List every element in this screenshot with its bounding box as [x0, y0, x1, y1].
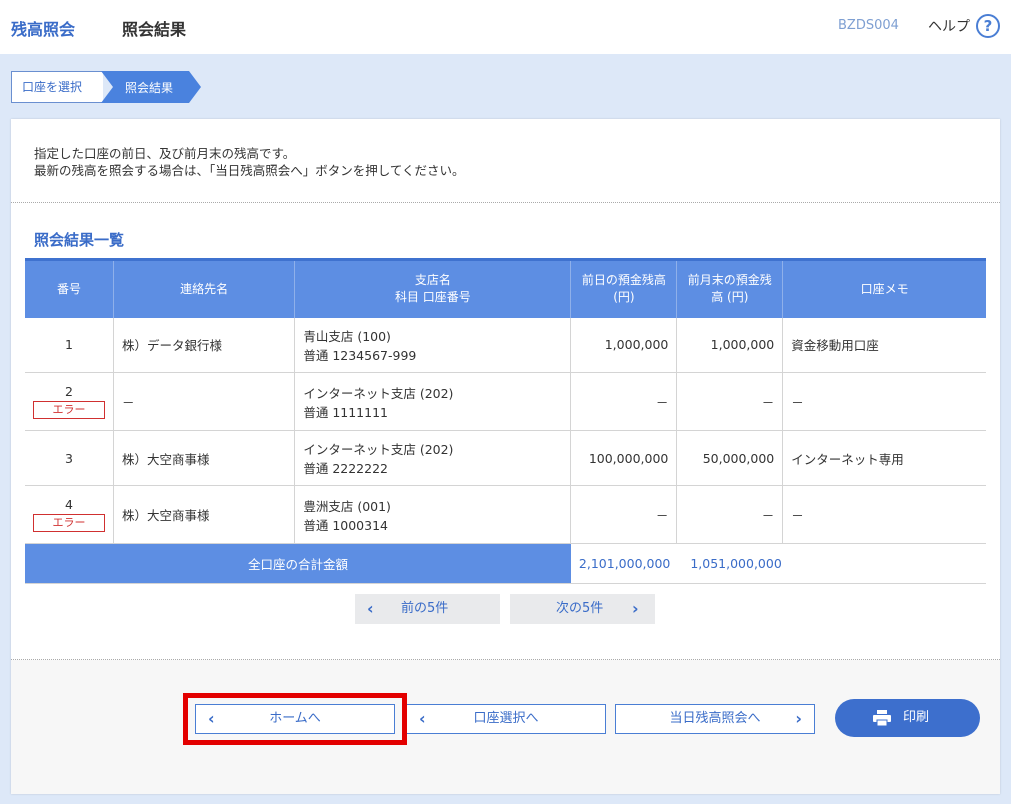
breadcrumb-step2-label: 照会結果	[125, 81, 174, 95]
table-row: 1 株）データ銀行様 青山支店 (100) 普通 1234567-999 1,00…	[25, 317, 986, 373]
results-table: 番号 連絡先名 支店名 科目 口座番号 前日の預金残高 (円) 前月末の預金残 …	[25, 258, 986, 584]
divider-top	[11, 202, 1000, 203]
cell-prev-month: －	[676, 372, 783, 431]
chevron-right-icon: ›	[632, 599, 639, 618]
table-row: 3 株）大空商事様 インターネット支店 (202) 普通 2222222 100,…	[25, 430, 986, 486]
error-badge: エラー	[33, 401, 105, 419]
cell-prev-month: 1,000,000	[676, 317, 783, 373]
total-values: 2,101,000,000 1,051,000,000	[570, 543, 986, 584]
prev-page-button[interactable]: ‹ 前の5件	[355, 594, 500, 624]
cell-contact: 株）大空商事様	[112, 430, 295, 486]
breadcrumb-step-select-account[interactable]: 口座を選択	[11, 71, 103, 103]
breadcrumb-step-result: 照会結果	[101, 71, 201, 103]
cell-prev-month: 50,000,000	[676, 430, 783, 486]
help-icon[interactable]: ?	[976, 14, 1000, 38]
highlight-box	[183, 693, 407, 745]
total-row: 全口座の合計金額 2,101,000,000 1,051,000,000	[25, 543, 986, 584]
table-row: 2 エラー － インターネット支店 (202) 普通 1111111 － － －	[25, 372, 986, 431]
col-header-prev-month: 前月末の預金残 高 (円)	[676, 258, 783, 318]
cell-memo: －	[782, 485, 986, 544]
section-title: 照会結果一覧	[34, 231, 125, 249]
next-page-label: 次の5件	[556, 601, 604, 616]
today-balance-button[interactable]: 当日残高照会へ ›	[615, 704, 815, 734]
main-panel: 指定した口座の前日、及び前月末の残高です。 最新の残高を照会する場合は、「当日残…	[11, 119, 1000, 794]
page-title: 照会結果	[122, 20, 187, 39]
chevron-left-icon: ‹	[419, 709, 426, 728]
cell-memo: 資金移動用口座	[782, 317, 986, 373]
cell-prev-day: －	[570, 485, 677, 544]
prev-page-label: 前の5件	[401, 601, 449, 616]
cell-prev-day: 100,000,000	[570, 430, 677, 486]
cell-no: 2 エラー	[25, 372, 114, 431]
total-prev-day: 2,101,000,000	[578, 556, 671, 571]
next-page-button[interactable]: 次の5件 ›	[510, 594, 655, 624]
chevron-left-icon: ‹	[367, 599, 374, 618]
col-header-memo: 口座メモ	[782, 258, 986, 318]
cell-memo: －	[782, 372, 986, 431]
error-badge: エラー	[33, 514, 105, 532]
cell-branch: 青山支店 (100) 普通 1234567-999	[294, 317, 571, 373]
col-header-prev-day: 前日の預金残高 (円)	[570, 258, 677, 318]
cell-branch: インターネット支店 (202) 普通 2222222	[294, 430, 571, 486]
intro-line-2: 最新の残高を照会する場合は、「当日残高照会へ」ボタンを押してください。	[34, 163, 465, 178]
cell-memo: インターネット専用	[782, 430, 986, 486]
cell-branch: インターネット支店 (202) 普通 1111111	[294, 372, 571, 431]
total-label: 全口座の合計金額	[25, 543, 571, 584]
top-header: 残高照会 照会結果 BZDS004 ヘルプ ?	[0, 0, 1011, 54]
cell-prev-day: 1,000,000	[570, 317, 677, 373]
cell-prev-month: －	[676, 485, 783, 544]
help-link[interactable]: ヘルプ	[928, 16, 970, 36]
cell-contact: 株）データ銀行様	[112, 317, 295, 373]
col-header-no: 番号	[25, 258, 114, 318]
print-button[interactable]: 印刷	[835, 699, 980, 737]
cell-branch: 豊洲支店 (001) 普通 1000314	[294, 485, 571, 544]
cell-no: 3	[25, 430, 114, 486]
col-header-contact: 連絡先名	[112, 258, 295, 318]
cell-prev-day: －	[570, 372, 677, 431]
cell-contact: 株）大空商事様	[112, 485, 295, 544]
table-row: 4 エラー 株）大空商事様 豊洲支店 (001) 普通 1000314 － － －	[25, 485, 986, 544]
cell-no: 4 エラー	[25, 485, 114, 544]
intro-text: 指定した口座の前日、及び前月末の残高です。 最新の残高を照会する場合は、「当日残…	[34, 145, 465, 179]
col-header-branch: 支店名 科目 口座番号	[294, 258, 571, 318]
breadcrumb-step1-label: 口座を選択	[22, 80, 83, 94]
account-select-button[interactable]: ‹ 口座選択へ	[406, 704, 606, 734]
today-balance-label: 当日残高照会へ	[669, 711, 761, 726]
screen-code: BZDS004	[838, 18, 899, 33]
cell-no: 1	[25, 317, 114, 373]
intro-line-1: 指定した口座の前日、及び前月末の残高です。	[34, 146, 296, 161]
account-select-label: 口座選択へ	[473, 711, 539, 726]
table-header-row: 番号 連絡先名 支店名 科目 口座番号 前日の預金残高 (円) 前月末の預金残 …	[25, 258, 986, 318]
app-title: 残高照会	[11, 20, 76, 39]
cell-contact: －	[112, 372, 295, 431]
chevron-right-icon: ›	[795, 709, 802, 728]
printer-icon	[873, 710, 891, 726]
print-label: 印刷	[903, 710, 930, 725]
total-prev-month: 1,051,000,000	[690, 556, 782, 571]
